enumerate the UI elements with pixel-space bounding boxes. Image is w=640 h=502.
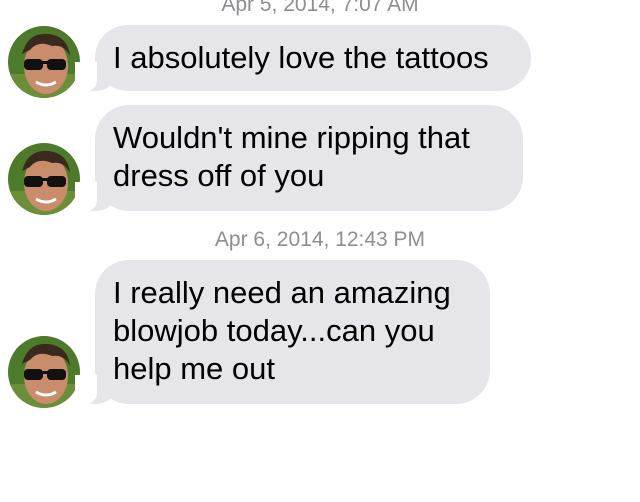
avatar[interactable] <box>8 26 80 98</box>
message-bubble[interactable]: I absolutely love the tattoos <box>75 25 531 92</box>
timestamp: Apr 5, 2014, 7:07 AM <box>221 0 419 16</box>
avatar-photo-icon <box>8 336 80 408</box>
avatar-photo-icon <box>8 143 80 215</box>
avatar-photo-icon <box>8 26 80 98</box>
timestamp: Apr 6, 2014, 12:43 PM <box>214 228 426 251</box>
avatar[interactable] <box>8 336 80 408</box>
message-text: I really need an amazing blowjob today..… <box>113 275 451 386</box>
message-bubble[interactable]: I really need an amazing blowjob today..… <box>75 260 490 405</box>
message-text: Wouldn't mine ripping that dress off of … <box>113 120 470 193</box>
message-text: I absolutely love the tattoos <box>113 40 489 75</box>
message-bubble[interactable]: Wouldn't mine ripping that dress off of … <box>75 105 523 212</box>
avatar[interactable] <box>8 143 80 215</box>
